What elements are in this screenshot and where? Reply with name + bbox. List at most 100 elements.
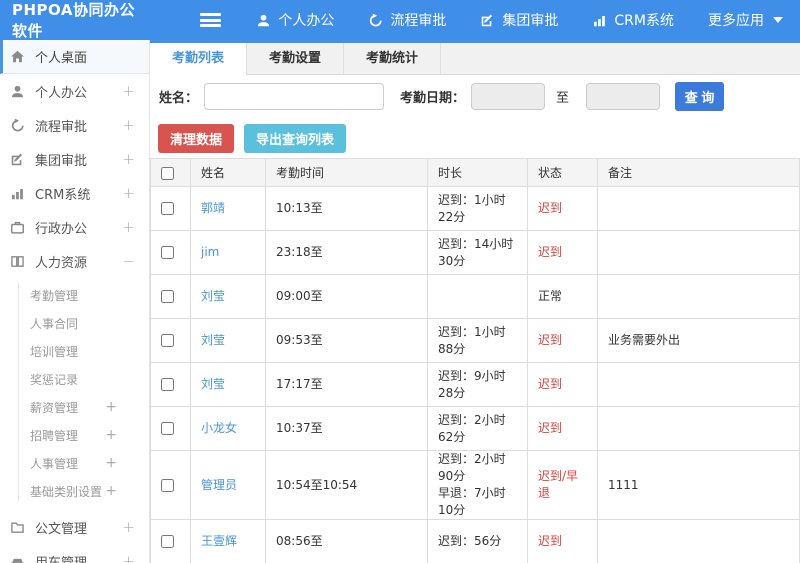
note-text bbox=[597, 362, 800, 407]
expander-icon[interactable]: + bbox=[105, 399, 117, 415]
expander-icon[interactable]: − bbox=[122, 252, 135, 270]
clean-data-button[interactable]: 清理数据 bbox=[158, 123, 235, 153]
action-bar: 清理数据 导出查询列表 bbox=[150, 118, 800, 158]
search-button[interactable]: 查 询 bbox=[675, 82, 725, 111]
row-checkbox[interactable] bbox=[161, 478, 174, 492]
attendance-time-text: 09:00至 bbox=[265, 274, 428, 319]
book-icon bbox=[11, 255, 24, 267]
date-to-input[interactable] bbox=[586, 83, 661, 110]
expander-icon[interactable]: + bbox=[105, 455, 117, 471]
home-icon bbox=[11, 50, 24, 63]
expander-icon[interactable]: + bbox=[122, 218, 135, 236]
note-text bbox=[597, 230, 800, 275]
expander-icon[interactable]: + bbox=[105, 483, 117, 499]
row-select-cell bbox=[150, 186, 191, 231]
row-select-cell bbox=[150, 450, 191, 520]
expander-icon[interactable]: + bbox=[122, 184, 135, 202]
employee-name-link[interactable]: 管理员 bbox=[201, 478, 237, 492]
sidebar-sub-item-3[interactable]: 培训管理 bbox=[0, 337, 149, 365]
topnav-item-1[interactable]: 个人办公 bbox=[239, 0, 351, 40]
table-row: jim 23:18至 迟到：14小时30分 迟到 bbox=[150, 230, 800, 275]
topnav-item-5[interactable]: 更多应用 bbox=[691, 0, 800, 40]
row-checkbox[interactable] bbox=[161, 246, 174, 259]
filter-bar: 姓名： 考勤日期： 至 查 询 bbox=[150, 75, 800, 118]
app-title: PHPOA协同办公软件 bbox=[12, 1, 135, 40]
sidebar-item-2[interactable]: 个人办公 + bbox=[0, 74, 149, 108]
name-input[interactable] bbox=[204, 83, 385, 110]
sidebar-item-3[interactable]: 流程审批 + bbox=[0, 108, 149, 142]
tab-3[interactable]: 考勤统计 bbox=[344, 43, 442, 74]
employee-name-link[interactable]: jim bbox=[201, 245, 219, 259]
sub-item-label: 奖惩记录 bbox=[30, 372, 79, 387]
expander-icon[interactable]: + bbox=[122, 552, 135, 563]
export-list-button[interactable]: 导出查询列表 bbox=[244, 123, 347, 153]
attendance-time-text: 09:53至 bbox=[265, 318, 428, 363]
tab-1[interactable]: 考勤列表 bbox=[150, 43, 248, 75]
row-checkbox[interactable] bbox=[161, 334, 174, 347]
sidebar-item-8[interactable]: 公文管理 + bbox=[0, 510, 149, 544]
row-checkbox[interactable] bbox=[161, 535, 174, 548]
menu-toggle-icon[interactable] bbox=[200, 13, 222, 27]
sidebar-sub-item-4[interactable]: 奖惩记录 bbox=[0, 365, 149, 393]
duration-text: 迟到：1小时88分 bbox=[427, 318, 528, 363]
row-checkbox[interactable] bbox=[161, 422, 174, 435]
select-all-cell bbox=[150, 158, 191, 187]
doc-icon bbox=[11, 522, 24, 533]
sidebar-sub-item-2[interactable]: 人事合同 bbox=[0, 309, 149, 337]
sub-item-label: 培训管理 bbox=[30, 344, 79, 359]
select-all-checkbox[interactable] bbox=[161, 166, 174, 180]
sidebar-sub-item-8[interactable]: 基础类别设置 + bbox=[0, 477, 149, 505]
note-text bbox=[597, 519, 800, 563]
employee-name-link[interactable]: 郭靖 bbox=[201, 201, 225, 215]
date-label: 考勤日期： bbox=[400, 91, 466, 106]
sidebar-item-9[interactable]: 用车管理 + bbox=[0, 544, 149, 563]
row-checkbox[interactable] bbox=[161, 202, 174, 215]
employee-name-link[interactable]: 刘莹 bbox=[201, 377, 225, 391]
duration-text: 迟到：2小时90分 早退：7小时10分 bbox=[427, 450, 528, 520]
expander-icon[interactable]: + bbox=[122, 116, 135, 134]
employee-name-link[interactable]: 王壹辉 bbox=[201, 534, 237, 548]
expander-icon[interactable]: + bbox=[122, 150, 135, 168]
attendance-time-text: 23:18至 bbox=[265, 230, 428, 275]
employee-name-link[interactable]: 刘莹 bbox=[201, 289, 225, 303]
row-select-cell bbox=[150, 230, 191, 275]
topnav-item-3[interactable]: 集团审批 bbox=[463, 0, 575, 40]
expander-icon[interactable]: + bbox=[122, 82, 135, 100]
car-icon bbox=[11, 558, 24, 563]
column-header: 状态 bbox=[527, 158, 598, 187]
duration-text: 迟到：56分 bbox=[427, 519, 528, 563]
sidebar-sub-item-5[interactable]: 薪资管理 + bbox=[0, 393, 149, 421]
sidebar-sub-item-6[interactable]: 招聘管理 + bbox=[0, 421, 149, 449]
edit-icon bbox=[482, 14, 493, 26]
date-from-input[interactable] bbox=[471, 83, 546, 110]
sidebar-sub-item-1[interactable]: 考勤管理 bbox=[0, 281, 149, 309]
sidebar-item-label: 个人桌面 bbox=[35, 51, 88, 66]
topnav-item-2[interactable]: 流程审批 bbox=[351, 0, 463, 40]
sidebar-sub-item-7[interactable]: 人事管理 + bbox=[0, 449, 149, 477]
attendance-time-text: 17:17至 bbox=[265, 362, 428, 407]
sidebar-item-6[interactable]: 行政办公 + bbox=[0, 210, 149, 244]
sidebar-item-label: 公文管理 bbox=[35, 521, 88, 537]
topnav-item-label: 个人办公 bbox=[278, 13, 335, 29]
status-text: 迟到 bbox=[527, 186, 598, 231]
sidebar-item-5[interactable]: CRM系统 + bbox=[0, 176, 149, 210]
row-checkbox[interactable] bbox=[161, 378, 174, 391]
employee-name-link[interactable]: 小龙女 bbox=[201, 421, 237, 435]
sub-item-label: 人事合同 bbox=[30, 316, 79, 331]
row-checkbox[interactable] bbox=[161, 290, 174, 303]
employee-name-link[interactable]: 刘莹 bbox=[201, 333, 225, 347]
attendance-time-text: 10:54至10:54 bbox=[265, 450, 428, 520]
sidebar-item-7[interactable]: 人力资源 − bbox=[0, 244, 149, 278]
attendance-time-text: 08:56至 bbox=[265, 519, 428, 563]
row-select-cell bbox=[150, 274, 191, 319]
status-text: 迟到 bbox=[527, 230, 598, 275]
sidebar-item-4[interactable]: 集团审批 + bbox=[0, 142, 149, 176]
status-text: 迟到 bbox=[527, 519, 598, 563]
topnav-item-label: 更多应用 bbox=[708, 13, 764, 29]
sidebar-item-1[interactable]: 个人桌面 bbox=[0, 40, 149, 74]
chart-icon bbox=[594, 15, 606, 26]
expander-icon[interactable]: + bbox=[105, 427, 117, 443]
expander-icon[interactable]: + bbox=[122, 518, 135, 536]
topnav-item-4[interactable]: CRM系统 bbox=[575, 0, 691, 40]
tab-2[interactable]: 考勤设置 bbox=[247, 43, 345, 74]
